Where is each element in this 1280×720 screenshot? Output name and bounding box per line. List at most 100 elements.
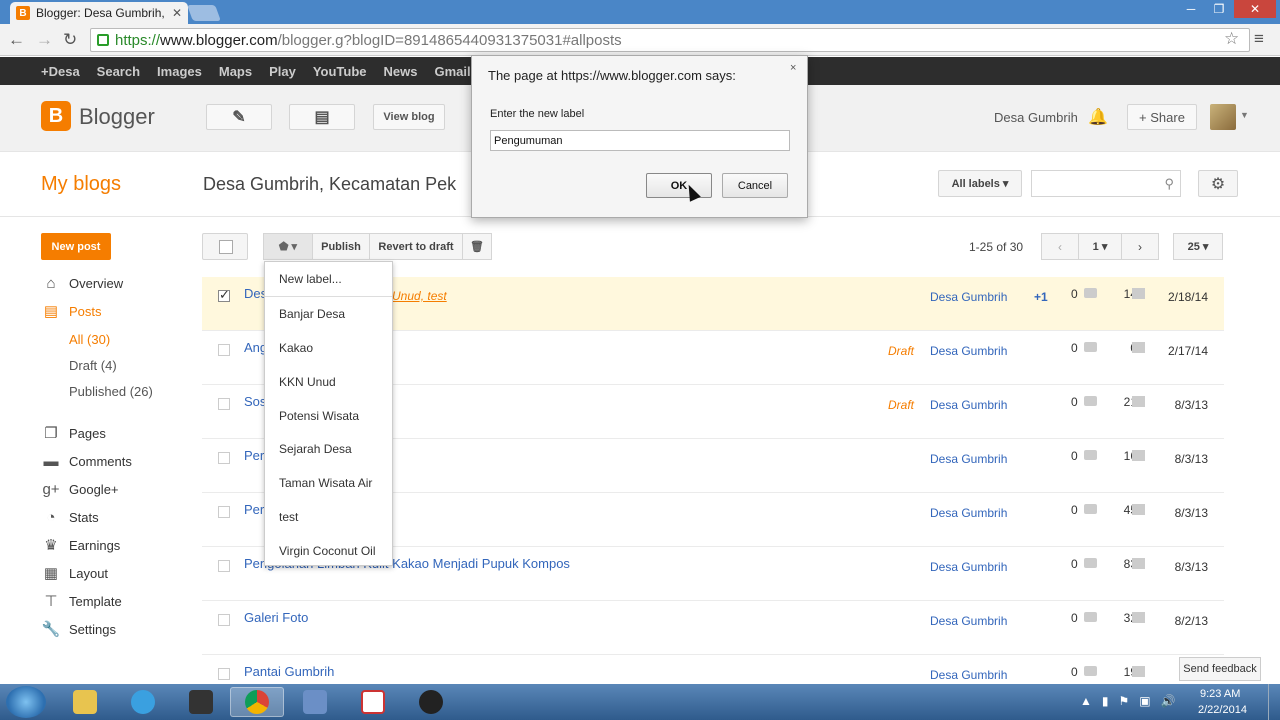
- blogger-logo-icon[interactable]: B: [41, 101, 71, 131]
- select-all-checkbox[interactable]: [202, 233, 248, 260]
- gbar-plus[interactable]: +Desa: [41, 64, 80, 79]
- taskbar-obs[interactable]: [404, 687, 458, 717]
- gbar-youtube[interactable]: YouTube: [313, 64, 367, 79]
- bell-icon[interactable]: 🔔: [1088, 107, 1108, 127]
- sidebar-item-settings[interactable]: 🔧 Settings: [41, 620, 116, 638]
- reload-icon[interactable]: ↻: [63, 30, 77, 50]
- post-author[interactable]: Desa Gumbrih: [930, 398, 1007, 412]
- forward-icon[interactable]: →: [36, 30, 53, 50]
- search-icon[interactable]: ⚲: [1164, 176, 1174, 192]
- new-label-input[interactable]: [490, 130, 790, 151]
- sidebar-item-pages[interactable]: ❐ Pages: [41, 424, 106, 442]
- taskbar-app[interactable]: [288, 687, 342, 717]
- network-icon[interactable]: ▣: [1139, 694, 1150, 708]
- browser-tab[interactable]: B Blogger: Desa Gumbrih, K ✕: [10, 2, 188, 24]
- taskbar-explorer[interactable]: [58, 687, 112, 717]
- taskbar-chrome[interactable]: [230, 687, 284, 717]
- avatar[interactable]: [1210, 104, 1236, 130]
- sidebar-item-stats[interactable]: ◔ Stats: [41, 508, 98, 526]
- row-checkbox[interactable]: [218, 560, 230, 572]
- gbar-images[interactable]: Images: [157, 64, 202, 79]
- row-checkbox[interactable]: [218, 668, 230, 680]
- row-checkbox[interactable]: [218, 398, 230, 410]
- per-page-select[interactable]: 25 ▾: [1173, 233, 1223, 260]
- send-feedback-button[interactable]: Send feedback: [1179, 657, 1261, 681]
- new-post-button[interactable]: New post: [41, 233, 111, 260]
- label-item[interactable]: Potensi Wisata: [279, 409, 359, 423]
- tab-close-icon[interactable]: ✕: [172, 6, 182, 20]
- volume-icon[interactable]: 🔊: [1161, 694, 1176, 708]
- revert-to-draft-button[interactable]: Revert to draft: [369, 233, 463, 260]
- label-item[interactable]: Kakao: [279, 341, 313, 355]
- ok-button[interactable]: OK: [646, 173, 712, 198]
- share-button[interactable]: + Share: [1127, 104, 1197, 130]
- new-label-item[interactable]: New label...: [279, 272, 342, 286]
- clock-time[interactable]: 9:23 AM: [1200, 688, 1240, 700]
- new-post-pencil-button[interactable]: ✎: [206, 104, 272, 130]
- bookmark-star-icon[interactable]: ☆: [1224, 29, 1239, 49]
- sidebar-item-earnings[interactable]: ♛ Earnings: [41, 536, 120, 554]
- my-blogs-link[interactable]: My blogs: [41, 173, 121, 196]
- label-item[interactable]: test: [279, 510, 298, 524]
- show-desktop-button[interactable]: [1268, 684, 1280, 720]
- post-author[interactable]: Desa Gumbrih: [930, 668, 1007, 682]
- taskbar-snagit[interactable]: [346, 687, 400, 717]
- label-item[interactable]: Virgin Coconut Oil: [279, 544, 376, 558]
- table-row[interactable]: Galeri Foto Desa Gumbrih 0 32 8/2/13: [202, 601, 1224, 655]
- label-item[interactable]: Sejarah Desa: [279, 442, 352, 456]
- delete-button[interactable]: 🗑: [462, 233, 492, 260]
- row-checkbox[interactable]: [218, 614, 230, 626]
- sidebar-item-comments[interactable]: ▬ Comments: [41, 452, 132, 470]
- battery-icon[interactable]: ▮: [1102, 694, 1109, 708]
- address-bar[interactable]: https:// www.blogger.com /blogger.g?blog…: [90, 28, 1250, 52]
- gbar-gmail[interactable]: Gmail: [435, 64, 471, 79]
- row-checkbox[interactable]: [218, 344, 230, 356]
- post-author[interactable]: Desa Gumbrih: [930, 614, 1007, 628]
- view-blog-button[interactable]: View blog: [373, 104, 445, 130]
- label-item[interactable]: Taman Wisata Air: [279, 476, 372, 490]
- next-page-button[interactable]: ›: [1121, 233, 1159, 260]
- post-author[interactable]: Desa Gumbrih: [930, 344, 1007, 358]
- post-title[interactable]: Per: [244, 448, 264, 463]
- taskbar-mediaplayer[interactable]: [174, 687, 228, 717]
- sidebar-item-layout[interactable]: ▦ Layout: [41, 564, 108, 582]
- sidebar-sub-published[interactable]: Published (26): [69, 384, 153, 399]
- post-author[interactable]: Desa Gumbrih: [930, 452, 1007, 466]
- sidebar-item-googleplus[interactable]: g+ Google+: [41, 480, 118, 498]
- start-button[interactable]: [6, 686, 46, 718]
- all-labels-dropdown[interactable]: All labels ▾: [938, 170, 1022, 197]
- blogger-logo-text[interactable]: Blogger: [79, 104, 155, 130]
- gear-icon[interactable]: ⚙: [1198, 170, 1238, 197]
- maximize-button[interactable]: ❐: [1206, 0, 1232, 18]
- sidebar-item-template[interactable]: ⊤ Template: [41, 592, 121, 610]
- new-tab-button[interactable]: [187, 5, 221, 21]
- taskbar-ie[interactable]: [116, 687, 170, 717]
- sidebar-sub-all[interactable]: All (30): [69, 332, 110, 347]
- clock-date[interactable]: 2/22/2014: [1198, 704, 1247, 716]
- sidebar-item-posts[interactable]: ▤ Posts: [41, 302, 102, 320]
- post-labels[interactable]: Unud, test: [392, 289, 447, 303]
- cancel-button[interactable]: Cancel: [722, 173, 788, 198]
- prev-page-button[interactable]: ‹: [1041, 233, 1079, 260]
- chrome-menu-icon[interactable]: ≡: [1254, 29, 1264, 49]
- row-checkbox[interactable]: [218, 506, 230, 518]
- sidebar-item-overview[interactable]: ⌂ Overview: [41, 274, 123, 292]
- tray-expand-icon[interactable]: ▲: [1080, 694, 1092, 708]
- table-row[interactable]: Pantai Gumbrih Desa Gumbrih 0 19 8: [202, 655, 1224, 684]
- post-author[interactable]: Desa Gumbrih: [930, 290, 1007, 304]
- user-name[interactable]: Desa Gumbrih: [994, 110, 1078, 125]
- row-checkbox[interactable]: [218, 287, 230, 303]
- gbar-news[interactable]: News: [384, 64, 418, 79]
- post-plusone[interactable]: +1: [1034, 290, 1048, 304]
- action-center-icon[interactable]: ⚑: [1119, 694, 1130, 708]
- post-title[interactable]: Pantai Gumbrih: [244, 664, 334, 679]
- gbar-search[interactable]: Search: [97, 64, 140, 79]
- gbar-maps[interactable]: Maps: [219, 64, 252, 79]
- minimize-button[interactable]: ─: [1178, 0, 1204, 18]
- label-item[interactable]: KKN Unud: [279, 375, 336, 389]
- close-icon[interactable]: ×: [790, 62, 796, 74]
- sidebar-sub-draft[interactable]: Draft (4): [69, 358, 117, 373]
- chevron-down-icon[interactable]: ▼: [1240, 110, 1249, 120]
- search-input[interactable]: ⚲: [1031, 170, 1181, 197]
- gbar-play[interactable]: Play: [269, 64, 296, 79]
